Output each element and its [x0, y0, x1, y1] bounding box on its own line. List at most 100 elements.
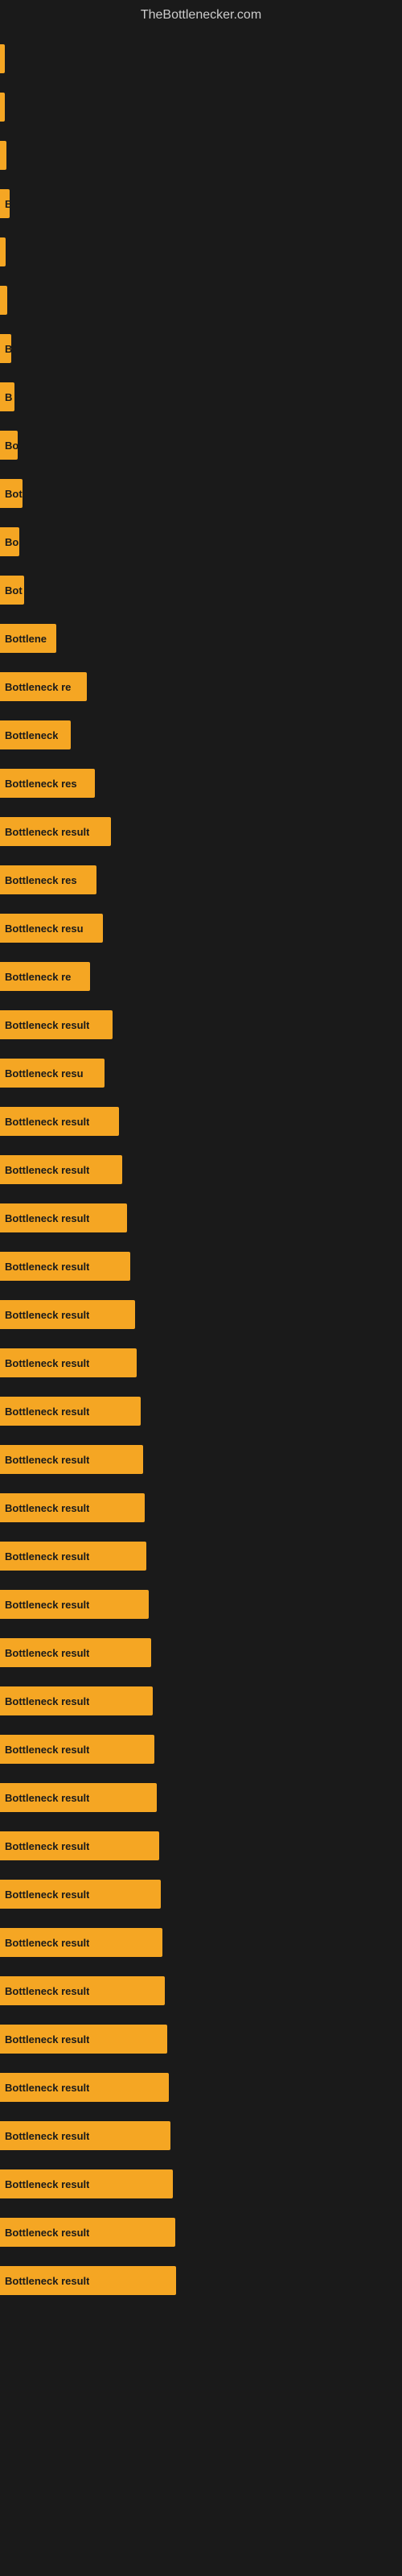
- bar-label: Bottleneck result: [5, 1840, 89, 1852]
- bar-row: Bottleneck result: [0, 1339, 402, 1387]
- bar-row: Bottleneck result: [0, 2256, 402, 2305]
- bar-label: Bottleneck res: [5, 778, 77, 790]
- bar-label: Bottleneck result: [5, 1889, 89, 1901]
- bar-label: B: [5, 198, 10, 210]
- bar-row: Bottleneck result: [0, 1097, 402, 1146]
- bar-label: Bottleneck result: [5, 826, 89, 838]
- bar-row: [0, 35, 402, 83]
- bar-row: Bottleneck result: [0, 1435, 402, 1484]
- bar-row: Bottleneck result: [0, 1822, 402, 1870]
- bar-label: Bo: [5, 440, 18, 452]
- bar: Bottleneck result: [0, 1783, 157, 1812]
- bar-row: Bottleneck result: [0, 1870, 402, 1918]
- bar: Bottleneck result: [0, 2218, 175, 2247]
- bar: Bottleneck result: [0, 1252, 130, 1281]
- bar-row: [0, 276, 402, 324]
- bar: Bottleneck result: [0, 1542, 146, 1571]
- bar: [0, 44, 5, 73]
- bar-row: Bottleneck result: [0, 1484, 402, 1532]
- bar-row: Bottleneck res: [0, 759, 402, 807]
- bar: Bottleneck res: [0, 865, 96, 894]
- bar-label: Bottleneck result: [5, 2082, 89, 2094]
- bar-row: Bottleneck result: [0, 2015, 402, 2063]
- bar-label: Bot: [5, 584, 23, 597]
- bar: Bottleneck result: [0, 1686, 153, 1715]
- bar-label: Bottleneck result: [5, 1985, 89, 1997]
- bar: Bottleneck result: [0, 1590, 149, 1619]
- bar: B: [0, 382, 14, 411]
- bar: Bottleneck resu: [0, 914, 103, 943]
- bar: [0, 237, 6, 266]
- bar-label: Bottleneck result: [5, 2178, 89, 2190]
- bar-row: Bottleneck result: [0, 1194, 402, 1242]
- site-title: TheBottlenecker.com: [0, 0, 402, 27]
- bar-row: Bottleneck resu: [0, 1049, 402, 1097]
- bar-row: [0, 228, 402, 276]
- bar-row: Bottleneck result: [0, 1146, 402, 1194]
- bars-container: BBBBoBotBoBotBottleneBottleneck reBottle…: [0, 27, 402, 2313]
- bar-row: Bottleneck result: [0, 1967, 402, 2015]
- bar-row: Bottleneck result: [0, 1580, 402, 1629]
- bar-row: Bottleneck result: [0, 2063, 402, 2112]
- bar-label: Bot: [5, 488, 23, 500]
- bar: Bottleneck result: [0, 1397, 141, 1426]
- bar-row: Bot: [0, 469, 402, 518]
- bar-label: Bottleneck result: [5, 2130, 89, 2142]
- bar: [0, 93, 5, 122]
- bar: Bot: [0, 576, 24, 605]
- bar: Bottleneck re: [0, 672, 87, 701]
- bar: Bottleneck re: [0, 962, 90, 991]
- bar-row: Bottleneck result: [0, 1773, 402, 1822]
- bar: Bottleneck result: [0, 1300, 135, 1329]
- bar: Bottleneck result: [0, 1348, 137, 1377]
- bar-row: Bottleneck result: [0, 1677, 402, 1725]
- bar-row: Bo: [0, 518, 402, 566]
- bar: Bottleneck result: [0, 2121, 170, 2150]
- bar-row: Bottleneck result: [0, 1918, 402, 1967]
- bar-label: B: [5, 391, 12, 403]
- bar: Bottleneck result: [0, 1735, 154, 1764]
- bar: Bottleneck result: [0, 2025, 167, 2054]
- bar-row: Bot: [0, 566, 402, 614]
- bar-label: Bottleneck result: [5, 1937, 89, 1949]
- bar-label: Bottleneck result: [5, 1550, 89, 1563]
- bar-label: Bottleneck result: [5, 2227, 89, 2239]
- bar: Bottleneck result: [0, 1445, 143, 1474]
- bar: Bottleneck result: [0, 1155, 122, 1184]
- bar: Bottleneck result: [0, 1928, 162, 1957]
- bar-row: Bottleneck res: [0, 856, 402, 904]
- bar: Bottleneck result: [0, 1493, 145, 1522]
- bar: Bottleneck result: [0, 1107, 119, 1136]
- bar-row: Bottleneck result: [0, 1290, 402, 1339]
- bar: Bottleneck: [0, 720, 71, 749]
- bar: Bottleneck result: [0, 1831, 159, 1860]
- bar-row: B: [0, 373, 402, 421]
- bar: Bottleneck result: [0, 2169, 173, 2198]
- bar: Bottleneck resu: [0, 1059, 105, 1088]
- bar-row: Bottleneck result: [0, 1532, 402, 1580]
- bar-label: Bottleneck result: [5, 1212, 89, 1224]
- bar-row: Bottleneck re: [0, 952, 402, 1001]
- bar-row: Bottleneck result: [0, 2160, 402, 2208]
- bar-row: Bottleneck result: [0, 1725, 402, 1773]
- bar-row: B: [0, 180, 402, 228]
- bar: Bottleneck result: [0, 1203, 127, 1232]
- bar-row: [0, 83, 402, 131]
- bar-label: Bottleneck result: [5, 1695, 89, 1707]
- bar-row: Bottleneck result: [0, 807, 402, 856]
- bar: Bottleneck res: [0, 769, 95, 798]
- bar: Bo: [0, 527, 19, 556]
- bar-label: Bottleneck result: [5, 2275, 89, 2287]
- bar-row: Bottleneck result: [0, 2208, 402, 2256]
- bar-row: Bottleneck result: [0, 1001, 402, 1049]
- bar: Bottleneck result: [0, 2266, 176, 2295]
- bar-row: Bottleneck re: [0, 663, 402, 711]
- bar: Bottleneck result: [0, 2073, 169, 2102]
- bar-row: B: [0, 324, 402, 373]
- bar-label: Bottleneck result: [5, 1309, 89, 1321]
- bar-row: Bottleneck: [0, 711, 402, 759]
- bar-row: Bottleneck result: [0, 1242, 402, 1290]
- bar: B: [0, 189, 10, 218]
- bar: [0, 141, 6, 170]
- bar-label: Bottleneck result: [5, 1744, 89, 1756]
